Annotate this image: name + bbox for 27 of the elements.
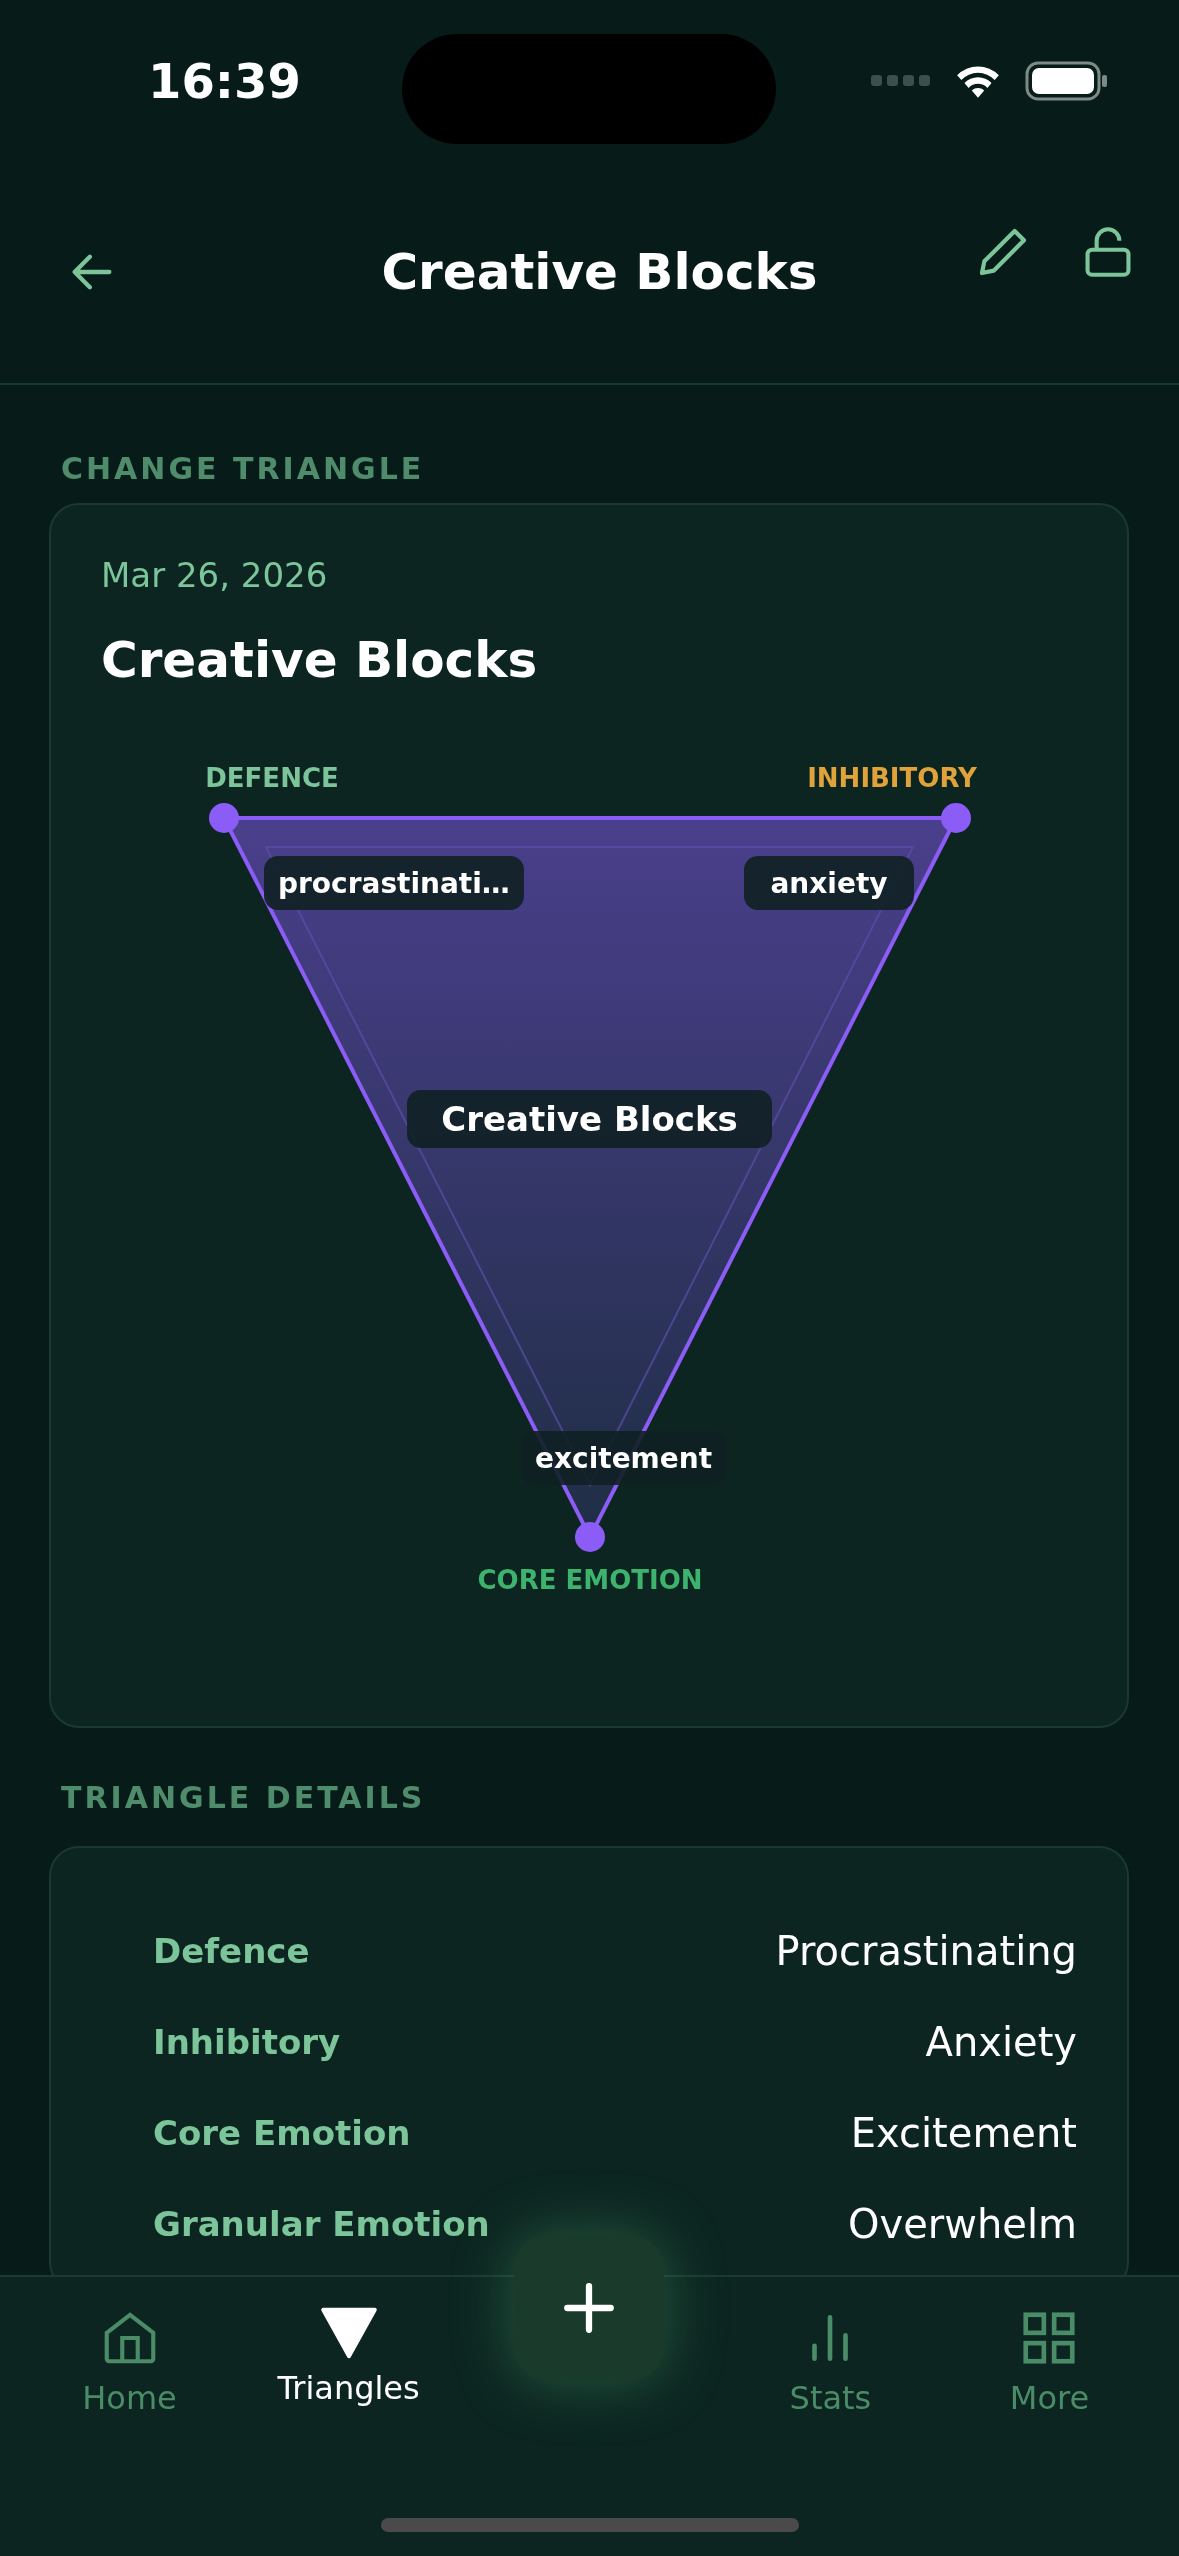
tab[interactable]: Home (20, 2297, 240, 2427)
signal-icon (871, 74, 931, 87)
unlock-icon (1083, 224, 1133, 280)
emotion-chip: anxiety (744, 856, 914, 910)
vertex-label: INHIBITORY (807, 763, 977, 793)
tab[interactable]: Stats (720, 2297, 940, 2427)
detail-value: Procrastinating (775, 1927, 1077, 1974)
status-time: 16:39 (148, 52, 301, 111)
detail-label: Inhibitory (153, 2021, 341, 2062)
tab[interactable]: More (939, 2297, 1159, 2427)
vertex-label: DEFENCE (205, 763, 339, 793)
vertex-label: CORE EMOTION (477, 1565, 703, 1595)
entry-date: Mar 26, 2026 (100, 554, 329, 595)
detail-value: Overwhelm (848, 2200, 1077, 2247)
battery-icon (1025, 60, 1109, 101)
tab[interactable]: Triangles (239, 2297, 459, 2417)
detail-label: Granular Emotion (153, 2203, 490, 2244)
card-title: Creative Blocks (100, 630, 539, 689)
section-heading: TRIANGLE DETAILS (60, 1779, 427, 1817)
detail-label: Defence (153, 1930, 310, 1971)
detail-label: Core Emotion (153, 2112, 411, 2153)
detail-value: Anxiety (925, 2018, 1077, 2065)
emotion-chip: procrastinati… (264, 856, 524, 910)
detail-value: Excitement (850, 2109, 1077, 2156)
screen-title: Creative Blocks (380, 243, 819, 301)
emotion-chip: excitement (521, 1431, 727, 1485)
center-chip: Creative Blocks (407, 1090, 772, 1148)
